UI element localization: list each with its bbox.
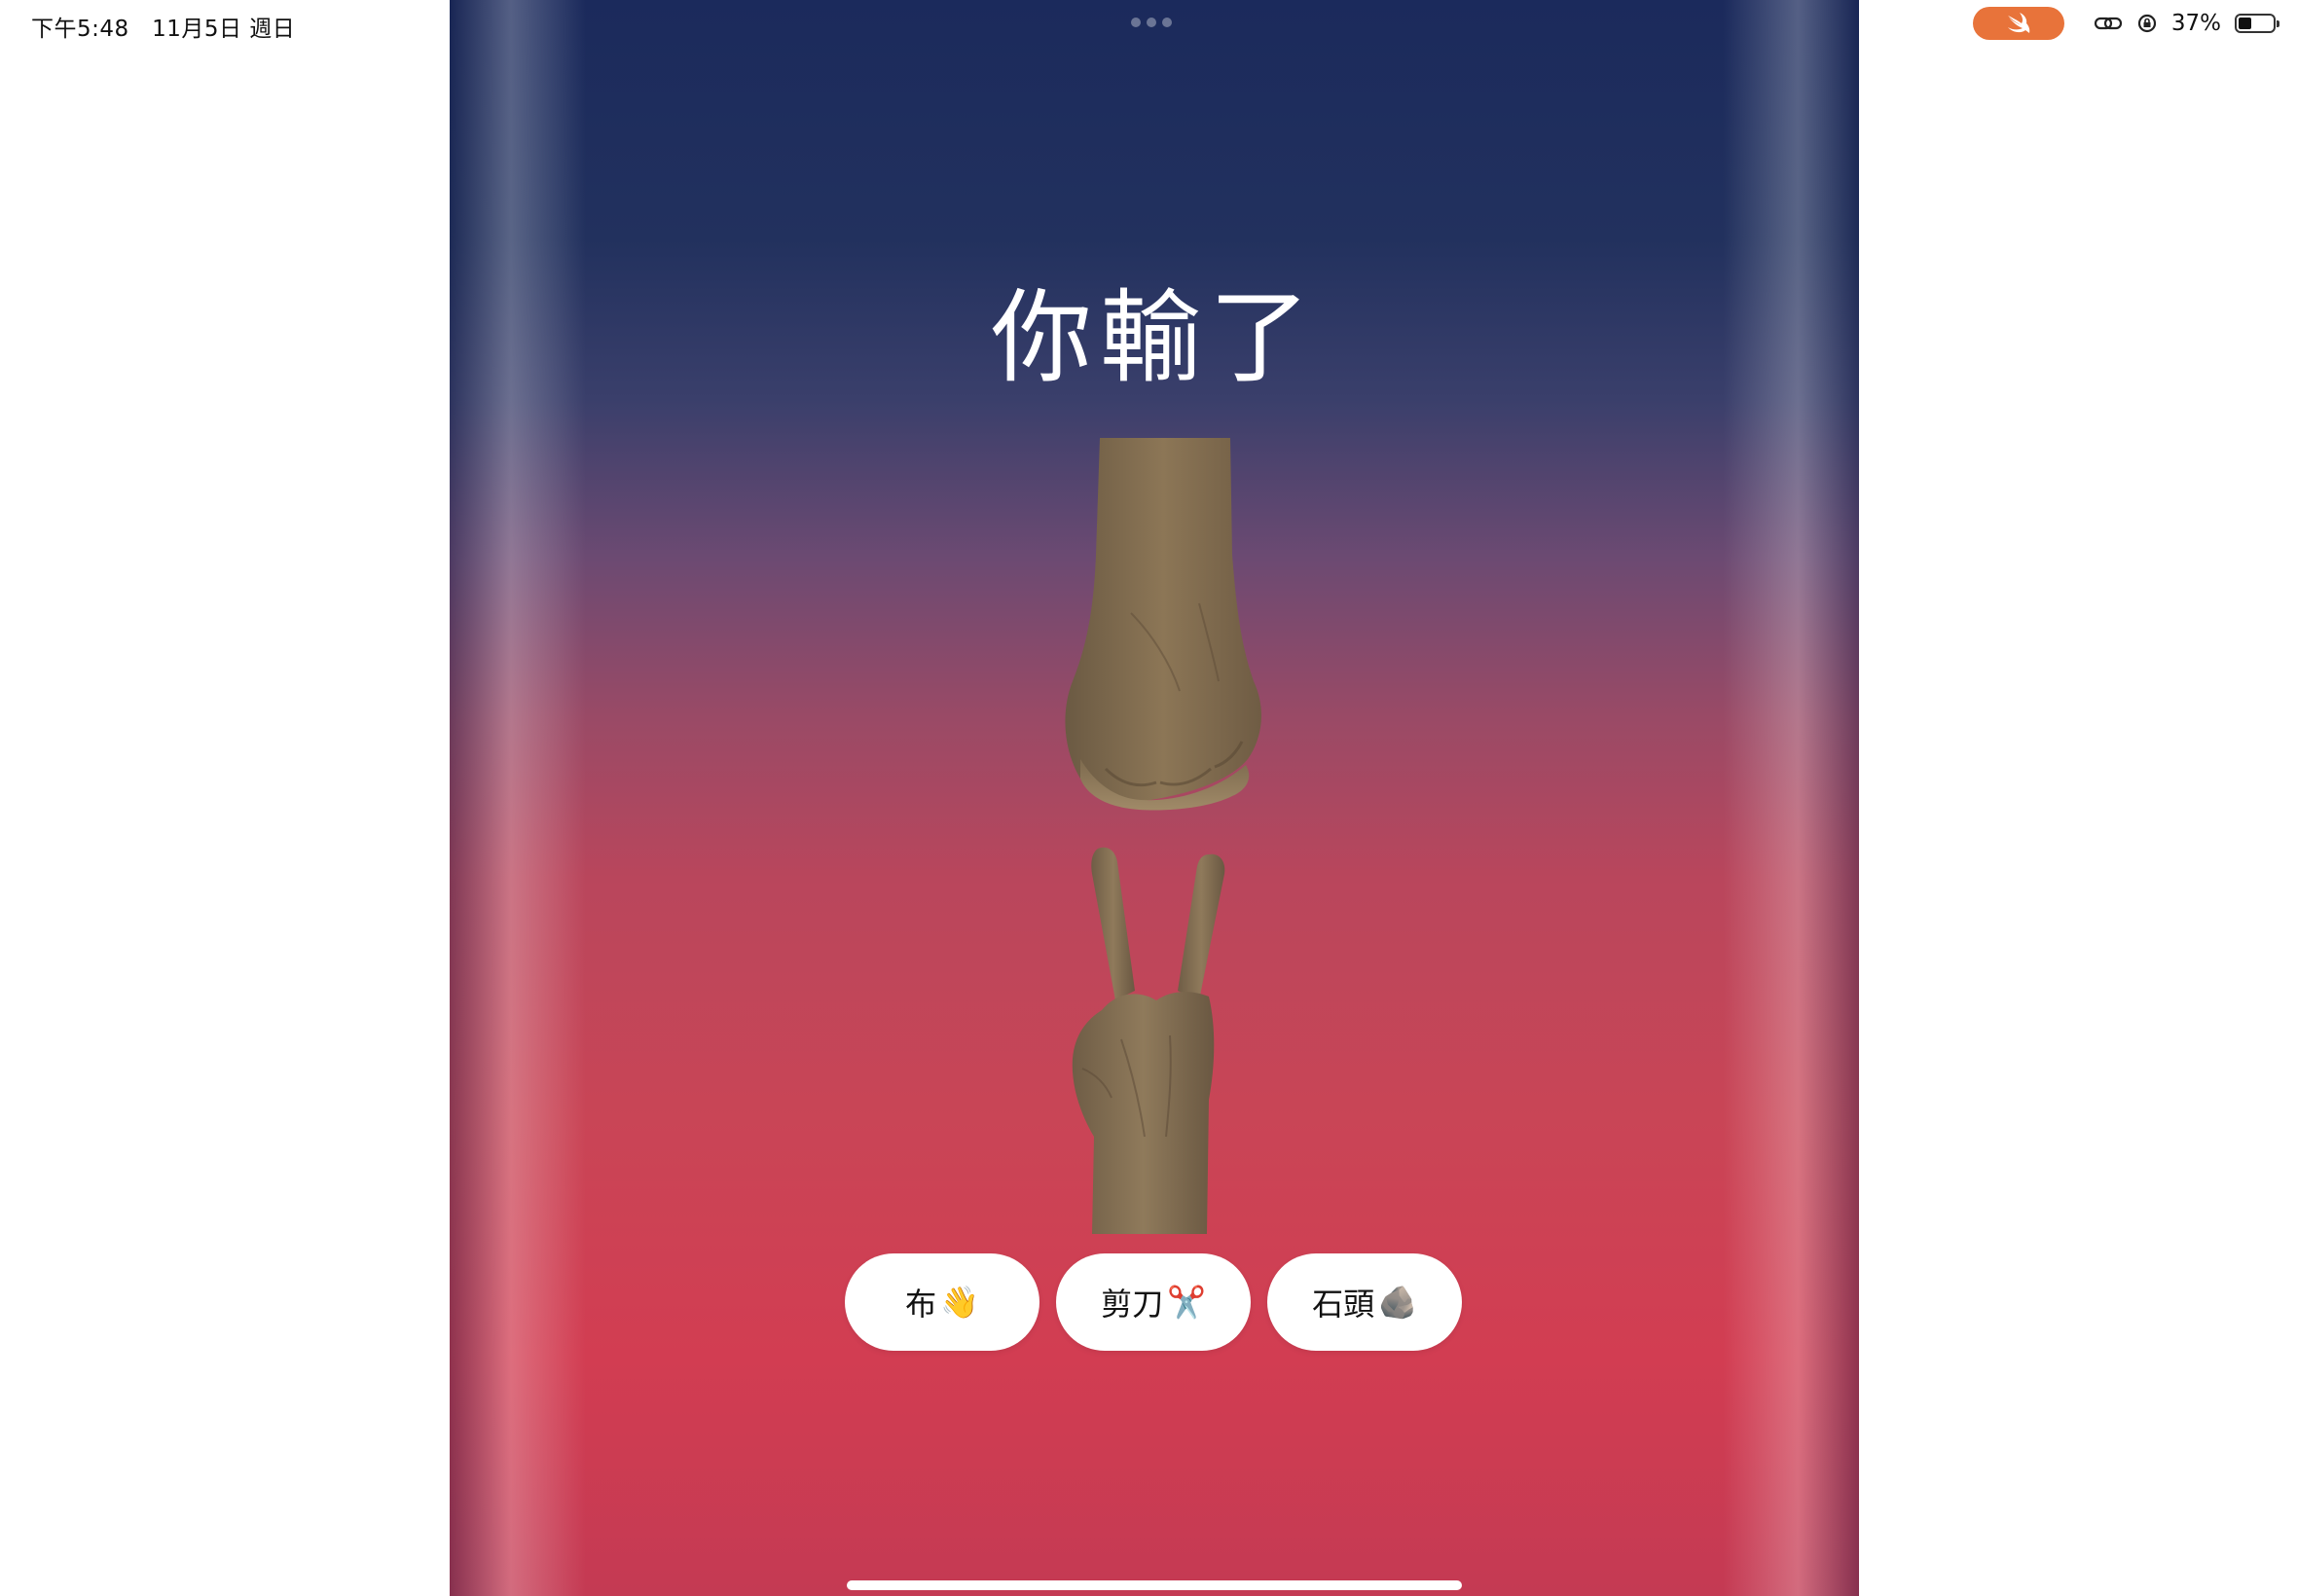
rock-label: 石頭 <box>1312 1286 1375 1323</box>
battery-fill <box>2239 18 2251 29</box>
waving-hand-icon: 👋 <box>940 1284 979 1321</box>
game-panel: 你輸了 布 👋 剪刀 ✂️ 石頭 🪨 <box>450 0 1859 1596</box>
result-title: 你輸了 <box>990 278 1318 397</box>
panel-edge-right <box>1723 0 1859 1596</box>
battery-icon <box>2235 14 2279 33</box>
rock-icon: 🪨 <box>1378 1284 1417 1321</box>
status-bar-right: 37% <box>1972 6 2279 41</box>
swift-icon <box>2007 13 2030 33</box>
status-bar-left: 下午5:48 11月5日 週日 <box>31 10 295 43</box>
choice-buttons: 布 👋 剪刀 ✂️ 石頭 🪨 <box>845 1253 1462 1351</box>
scissors-label: 剪刀 <box>1101 1286 1164 1323</box>
scissors-button[interactable]: 剪刀 ✂️ <box>1056 1253 1251 1351</box>
player-scissors-hand-image <box>1072 847 1225 1234</box>
home-indicator[interactable] <box>847 1580 1462 1590</box>
paper-label: 布 <box>905 1286 937 1323</box>
battery-percent: 37% <box>2170 11 2221 36</box>
multitasking-menu-icon[interactable] <box>1131 18 1172 27</box>
opponent-rock-hand-image <box>1065 438 1261 811</box>
swift-playgrounds-indicator[interactable] <box>1972 7 2064 40</box>
scissors-icon: ✂️ <box>1167 1284 1206 1321</box>
paper-button[interactable]: 布 👋 <box>845 1253 1039 1351</box>
rotation-lock-icon <box>2137 14 2156 33</box>
status-date: 11月5日 週日 <box>152 17 296 42</box>
rock-button[interactable]: 石頭 🪨 <box>1267 1253 1462 1351</box>
panel-edge-left <box>450 0 586 1596</box>
link-icon <box>2094 17 2122 30</box>
screen: 下午5:48 11月5日 週日 37% 你輸了 布 👋 剪刀 ✂️ 石頭 🪨 <box>0 0 2297 1596</box>
status-time: 下午5:48 <box>31 17 129 42</box>
